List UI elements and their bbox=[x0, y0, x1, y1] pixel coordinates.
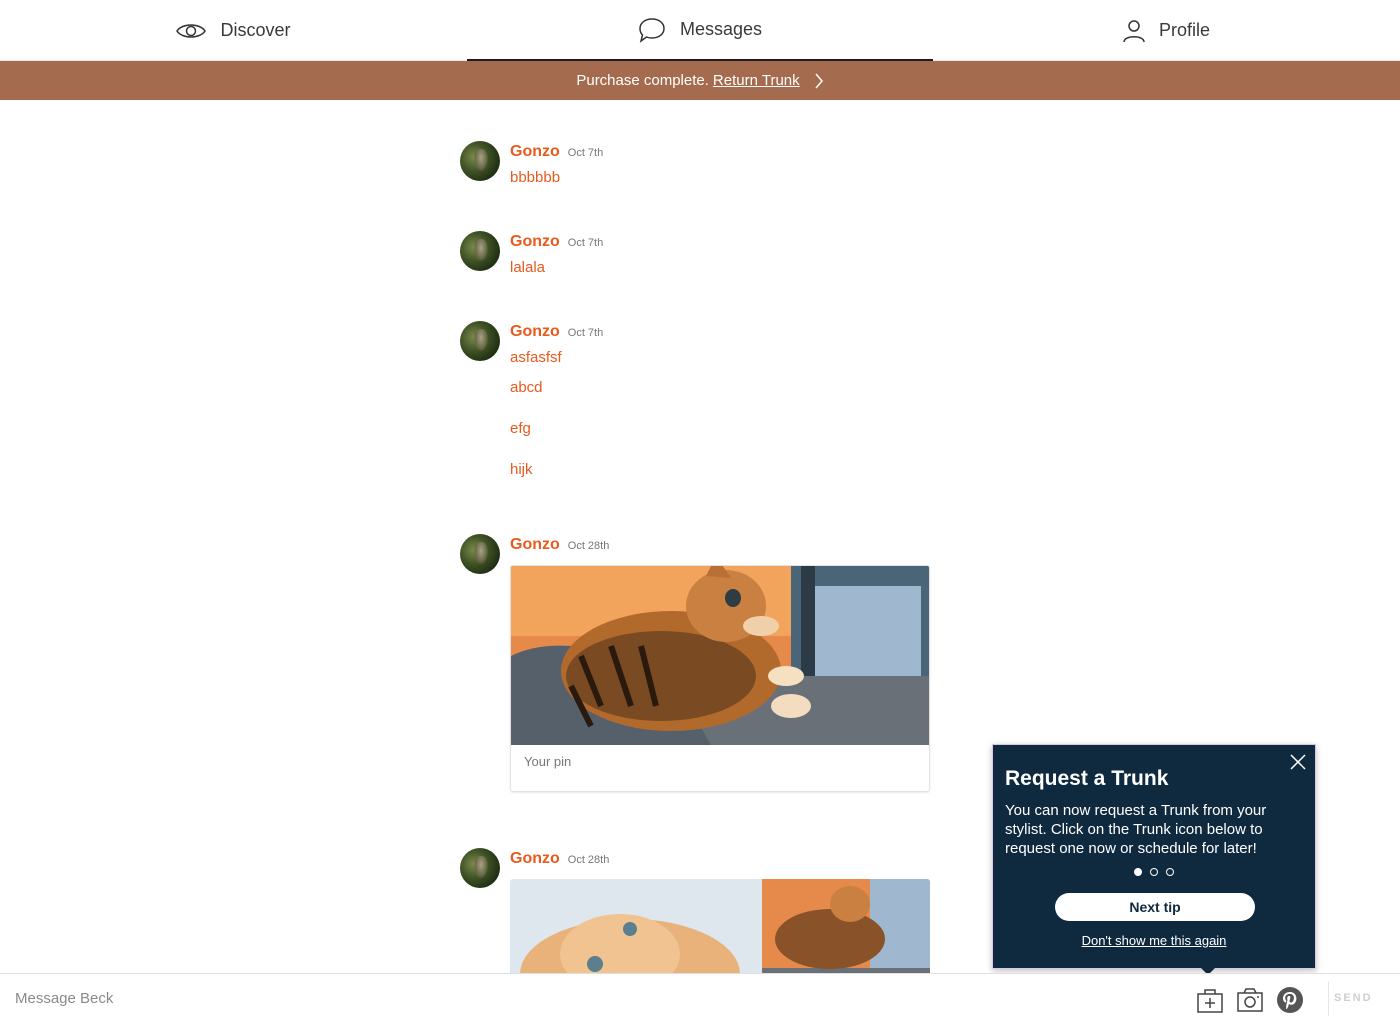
message-composer: SEND bbox=[0, 973, 1400, 1024]
message-date: Oct 28th bbox=[567, 854, 610, 866]
eye-icon bbox=[176, 21, 207, 41]
message-input[interactable] bbox=[15, 990, 915, 1007]
pagination-dot[interactable] bbox=[1134, 868, 1142, 876]
image-gallery[interactable] bbox=[510, 879, 930, 973]
pin-card[interactable]: Your pin bbox=[510, 565, 930, 792]
chevron-right-icon[interactable] bbox=[814, 72, 824, 90]
message-text: efg bbox=[510, 420, 531, 437]
top-nav: Discover Messages Profile bbox=[0, 0, 1400, 61]
tip-title: Request a Trunk bbox=[1005, 767, 1169, 790]
return-trunk-link[interactable]: Return Trunk bbox=[713, 72, 800, 89]
avatar[interactable] bbox=[460, 534, 500, 574]
tab-discover[interactable]: Discover bbox=[0, 0, 467, 61]
dont-show-again-link[interactable]: Don't show me this again bbox=[993, 933, 1315, 948]
message-text: hijk bbox=[510, 461, 533, 478]
sender-name[interactable]: Gonzo bbox=[510, 323, 560, 341]
tab-profile[interactable]: Profile bbox=[933, 0, 1400, 61]
tip-pagination bbox=[993, 868, 1315, 876]
avatar[interactable] bbox=[460, 321, 500, 361]
pinterest-icon[interactable] bbox=[1276, 986, 1304, 1014]
message-text: lalala bbox=[510, 259, 546, 276]
send-button[interactable]: SEND bbox=[1334, 992, 1373, 1004]
message-date: Oct 28th bbox=[567, 540, 610, 552]
tab-messages-label: Messages bbox=[679, 19, 763, 39]
camera-icon[interactable] bbox=[1236, 986, 1264, 1014]
tab-discover-label: Discover bbox=[220, 20, 291, 40]
close-icon[interactable] bbox=[1289, 753, 1307, 771]
message-date: Oct 7th bbox=[567, 237, 604, 249]
chat-bubble-icon bbox=[638, 17, 666, 43]
purchase-banner: Purchase complete. Return Trunk bbox=[0, 61, 1400, 100]
avatar[interactable] bbox=[460, 141, 500, 181]
divider bbox=[1328, 982, 1329, 1016]
banner-text: Purchase complete. bbox=[576, 72, 709, 89]
tab-messages[interactable]: Messages bbox=[467, 0, 933, 61]
message-text: abcd bbox=[510, 379, 543, 396]
sender-name[interactable]: Gonzo bbox=[510, 233, 560, 251]
trunk-add-icon[interactable] bbox=[1196, 986, 1224, 1014]
message-text: bbbbbb bbox=[510, 169, 561, 186]
sender-name[interactable]: Gonzo bbox=[510, 536, 560, 554]
pin-caption: Your pin bbox=[524, 754, 572, 769]
message-date: Oct 7th bbox=[567, 327, 604, 339]
pagination-dot[interactable] bbox=[1166, 868, 1174, 876]
tab-profile-label: Profile bbox=[1158, 20, 1211, 40]
sender-name[interactable]: Gonzo bbox=[510, 850, 560, 868]
avatar[interactable] bbox=[460, 231, 500, 271]
message-date: Oct 7th bbox=[567, 147, 604, 159]
message-text: asfasfsf bbox=[510, 349, 562, 366]
tip-popover: Request a Trunk You can now request a Tr… bbox=[992, 744, 1316, 975]
tip-body: You can now request a Trunk from your st… bbox=[1005, 802, 1267, 857]
avatar[interactable] bbox=[460, 848, 500, 888]
pagination-dot[interactable] bbox=[1150, 868, 1158, 876]
sender-name[interactable]: Gonzo bbox=[510, 143, 560, 161]
next-tip-button[interactable]: Next tip bbox=[1055, 893, 1255, 921]
person-icon bbox=[1123, 19, 1145, 43]
kitten-photo[interactable] bbox=[511, 566, 929, 745]
